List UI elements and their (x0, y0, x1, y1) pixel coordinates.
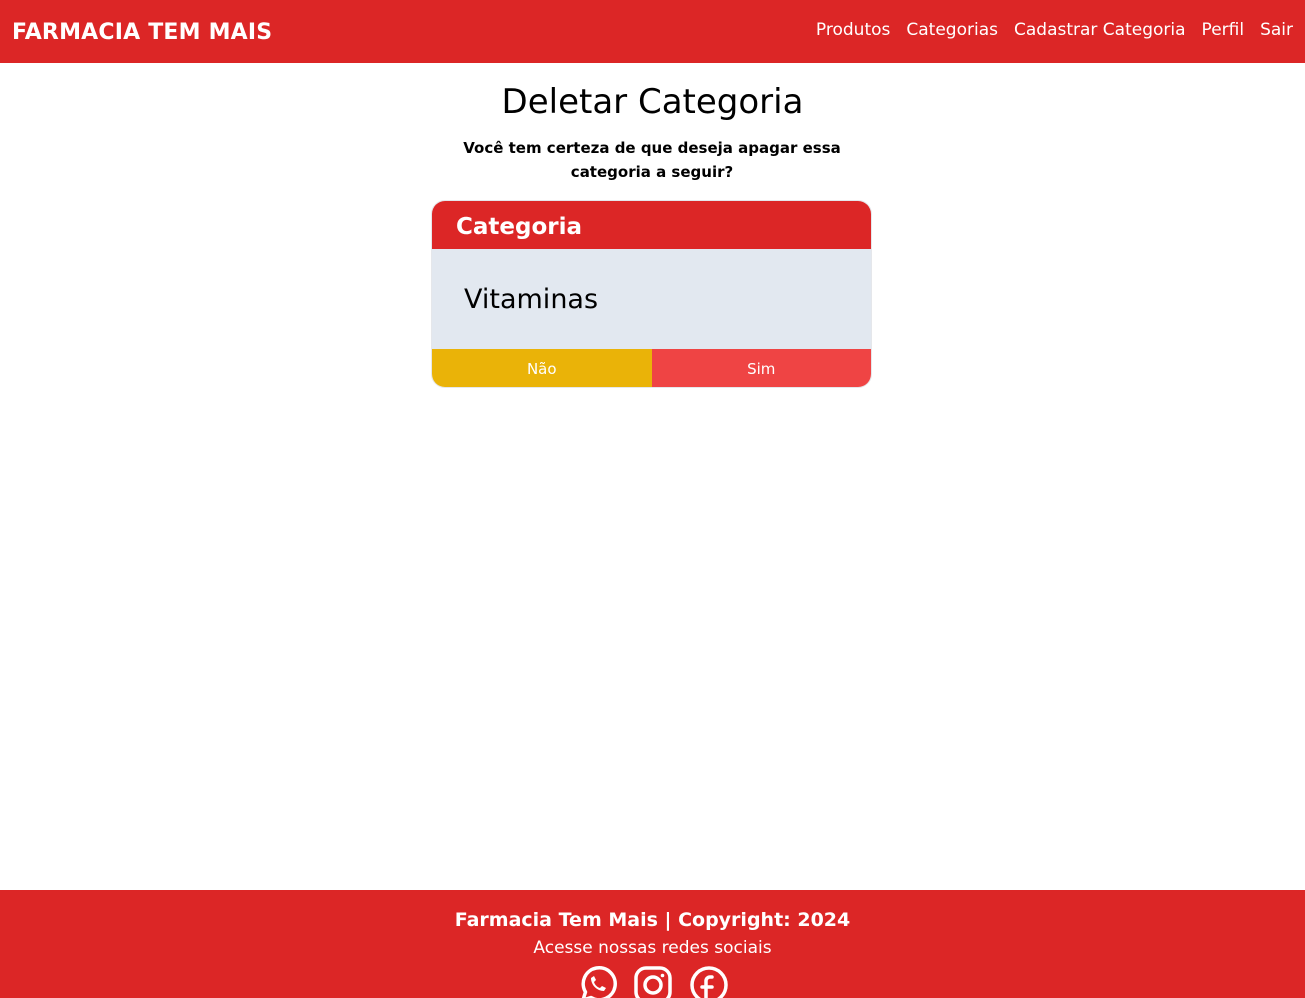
nav-link-perfil[interactable]: Perfil (1202, 20, 1245, 40)
footer-subtitle: Acesse nossas redes sociais (533, 938, 772, 958)
nav-link-categorias[interactable]: Categorias (906, 20, 998, 40)
page-title: Deletar Categoria (501, 82, 804, 122)
category-name: Vitaminas (432, 249, 871, 349)
nav-link-cadastrar-categoria[interactable]: Cadastrar Categoria (1014, 20, 1186, 40)
facebook-icon[interactable] (688, 964, 730, 998)
category-card: Categoria Vitaminas Não Sim (431, 200, 872, 388)
navbar: FARMACIA TEM MAIS Produtos Categorias Ca… (0, 0, 1305, 63)
no-button[interactable]: Não (432, 349, 652, 387)
nav-link-produtos[interactable]: Produtos (816, 20, 890, 40)
yes-button[interactable]: Sim (651, 349, 871, 387)
nav-links: Produtos Categorias Cadastrar Categoria … (816, 20, 1293, 40)
social-links (0, 964, 1305, 998)
instagram-icon[interactable] (632, 964, 674, 998)
footer: Farmacia Tem Mais | Copyright: 2024 Aces… (0, 890, 1305, 998)
nav-link-sair[interactable]: Sair (1260, 20, 1293, 40)
card-header: Categoria (432, 201, 871, 249)
whatsapp-icon[interactable] (576, 964, 618, 998)
card-actions: Não Sim (432, 349, 871, 387)
brand-logo[interactable]: FARMACIA TEM MAIS (12, 21, 272, 44)
confirm-message: Você tem certeza de que deseja apagar es… (463, 139, 841, 181)
footer-title: Farmacia Tem Mais | Copyright: 2024 (454, 909, 851, 931)
page: FARMACIA TEM MAIS Produtos Categorias Ca… (0, 0, 1305, 998)
